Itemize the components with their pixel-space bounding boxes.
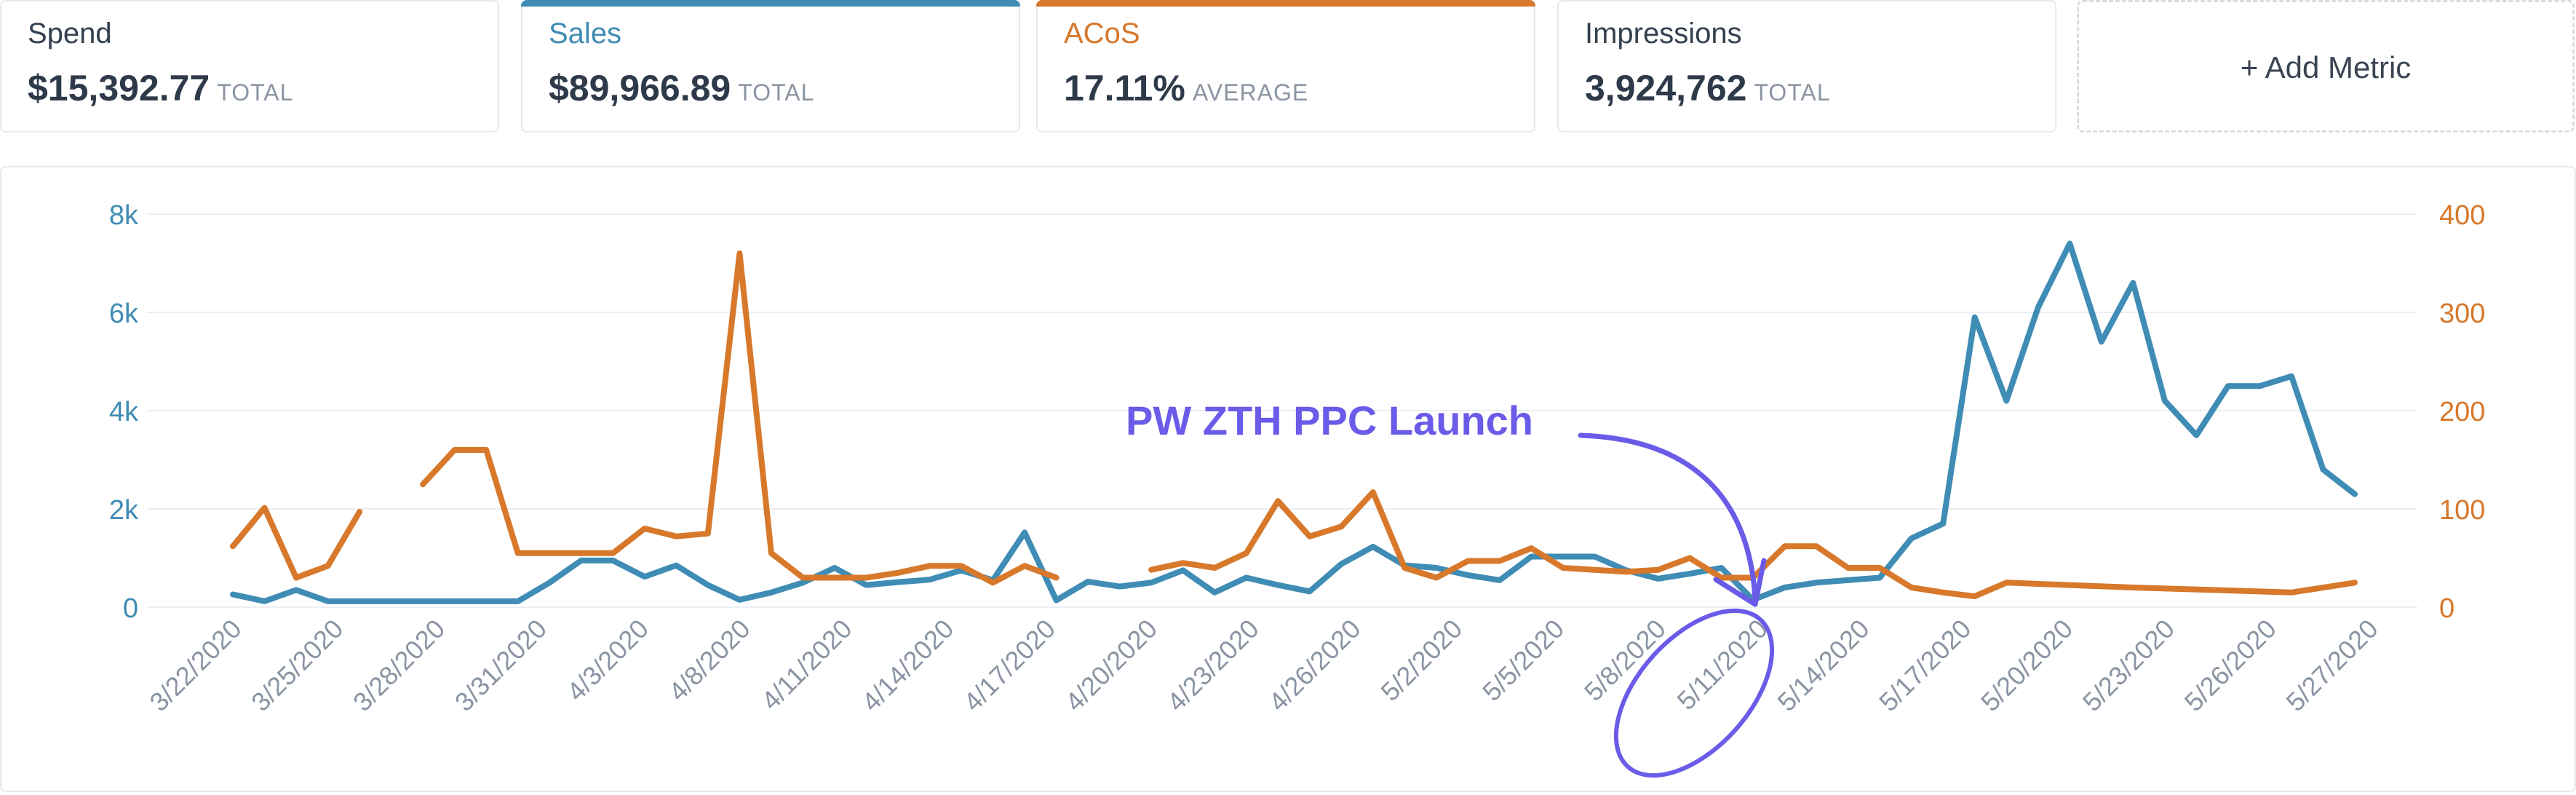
y-right-tick-label: 200 (2439, 397, 2485, 427)
metric-label-spend: Spend (28, 17, 112, 50)
metric-value-row: $15,392.77 TOTAL (28, 67, 293, 109)
metric-value-row: 17.11% AVERAGE (1064, 67, 1308, 109)
x-tick-label: 4/20/2020 (1060, 614, 1163, 717)
x-tick-label: 4/3/2020 (561, 614, 654, 707)
x-tick-label: 5/27/2020 (2280, 614, 2383, 717)
metric-value-impressions: 3,924,762 (1585, 68, 1747, 108)
x-tick-label: 3/31/2020 (449, 614, 552, 717)
x-tick-label: 5/17/2020 (1873, 614, 1976, 717)
x-tick-label: 5/8/2020 (1578, 614, 1671, 707)
metric-unit-acos: AVERAGE (1192, 79, 1309, 106)
annotation-label: PW ZTH PPC Launch (1126, 398, 1533, 443)
y-right-tick-label: 0 (2439, 593, 2454, 624)
x-tick-label: 3/28/2020 (347, 614, 450, 717)
x-tick-label: 5/14/2020 (1771, 614, 1875, 717)
y-right-tick-label: 100 (2439, 495, 2485, 526)
metric-card-spend[interactable]: Spend $15,392.77 TOTAL (0, 0, 499, 132)
y-right-tick-label: 300 (2439, 298, 2485, 329)
metric-card-sales[interactable]: Sales $89,966.89 TOTAL (521, 0, 1020, 132)
metric-color-bar-acos (1036, 0, 1535, 7)
x-tick-label: 5/26/2020 (2179, 614, 2282, 717)
x-tick-label: 4/14/2020 (856, 614, 959, 717)
x-tick-label: 5/23/2020 (2077, 614, 2180, 717)
metric-unit-sales: TOTAL (738, 79, 815, 106)
y-left-tick-label: 0 (123, 593, 138, 624)
y-left-tick-label: 2k (109, 495, 139, 526)
metric-value-row: 3,924,762 TOTAL (1585, 67, 1831, 109)
x-tick-label: 4/23/2020 (1161, 614, 1265, 717)
x-tick-label: 4/11/2020 (755, 614, 857, 716)
add-metric-label: + Add Metric (2240, 50, 2412, 84)
x-tick-label: 4/8/2020 (663, 614, 756, 707)
add-metric-button[interactable]: + Add Metric (2077, 0, 2575, 132)
metric-label-impressions: Impressions (1585, 17, 1742, 50)
line-chart: 0 2k 4k 6k 8k 0 100 200 300 400 3/22/20203/25/2020… (109, 200, 2485, 778)
metric-label-acos: ACoS (1064, 17, 1140, 50)
metric-unit-impressions: TOTAL (1754, 79, 1831, 106)
y-left-tick-label: 4k (109, 397, 139, 427)
metrics-bar: Spend $15,392.77 TOTAL Sales $89,966.89 TO… (0, 0, 2576, 137)
x-tick-label: 5/20/2020 (1975, 614, 2078, 717)
metric-label-sales: Sales (549, 17, 622, 50)
x-tick-label: 5/2/2020 (1375, 614, 1468, 707)
metric-card-impressions[interactable]: Impressions 3,924,762 TOTAL (1557, 0, 2056, 132)
y-left-tick-label: 8k (109, 200, 139, 231)
series-line-acos (420, 250, 1060, 586)
x-tick-label: 3/25/2020 (245, 614, 349, 717)
x-tick-label: 4/17/2020 (958, 614, 1061, 717)
metric-unit-spend: TOTAL (217, 79, 294, 106)
metric-color-bar-sales (521, 0, 1020, 7)
y-right-tick-label: 400 (2439, 200, 2485, 231)
metric-value-sales: $89,966.89 (549, 68, 731, 108)
chart-panel: 0 2k 4k 6k 8k 0 100 200 300 400 3/22/2020 3/25/2020… (0, 166, 2576, 792)
metric-card-acos[interactable]: ACoS 17.11% AVERAGE (1036, 0, 1535, 132)
x-tick-label: 4/26/2020 (1263, 614, 1366, 717)
series-line-acos (230, 505, 363, 581)
x-tick-label: 3/22/2020 (143, 614, 247, 717)
metric-value-spend: $15,392.77 (28, 68, 210, 108)
x-tick-label: 5/5/2020 (1476, 614, 1570, 707)
y-left-tick-label: 6k (109, 298, 139, 329)
metric-value-acos: 17.11% (1064, 68, 1185, 108)
metric-value-row: $89,966.89 TOTAL (549, 67, 814, 109)
